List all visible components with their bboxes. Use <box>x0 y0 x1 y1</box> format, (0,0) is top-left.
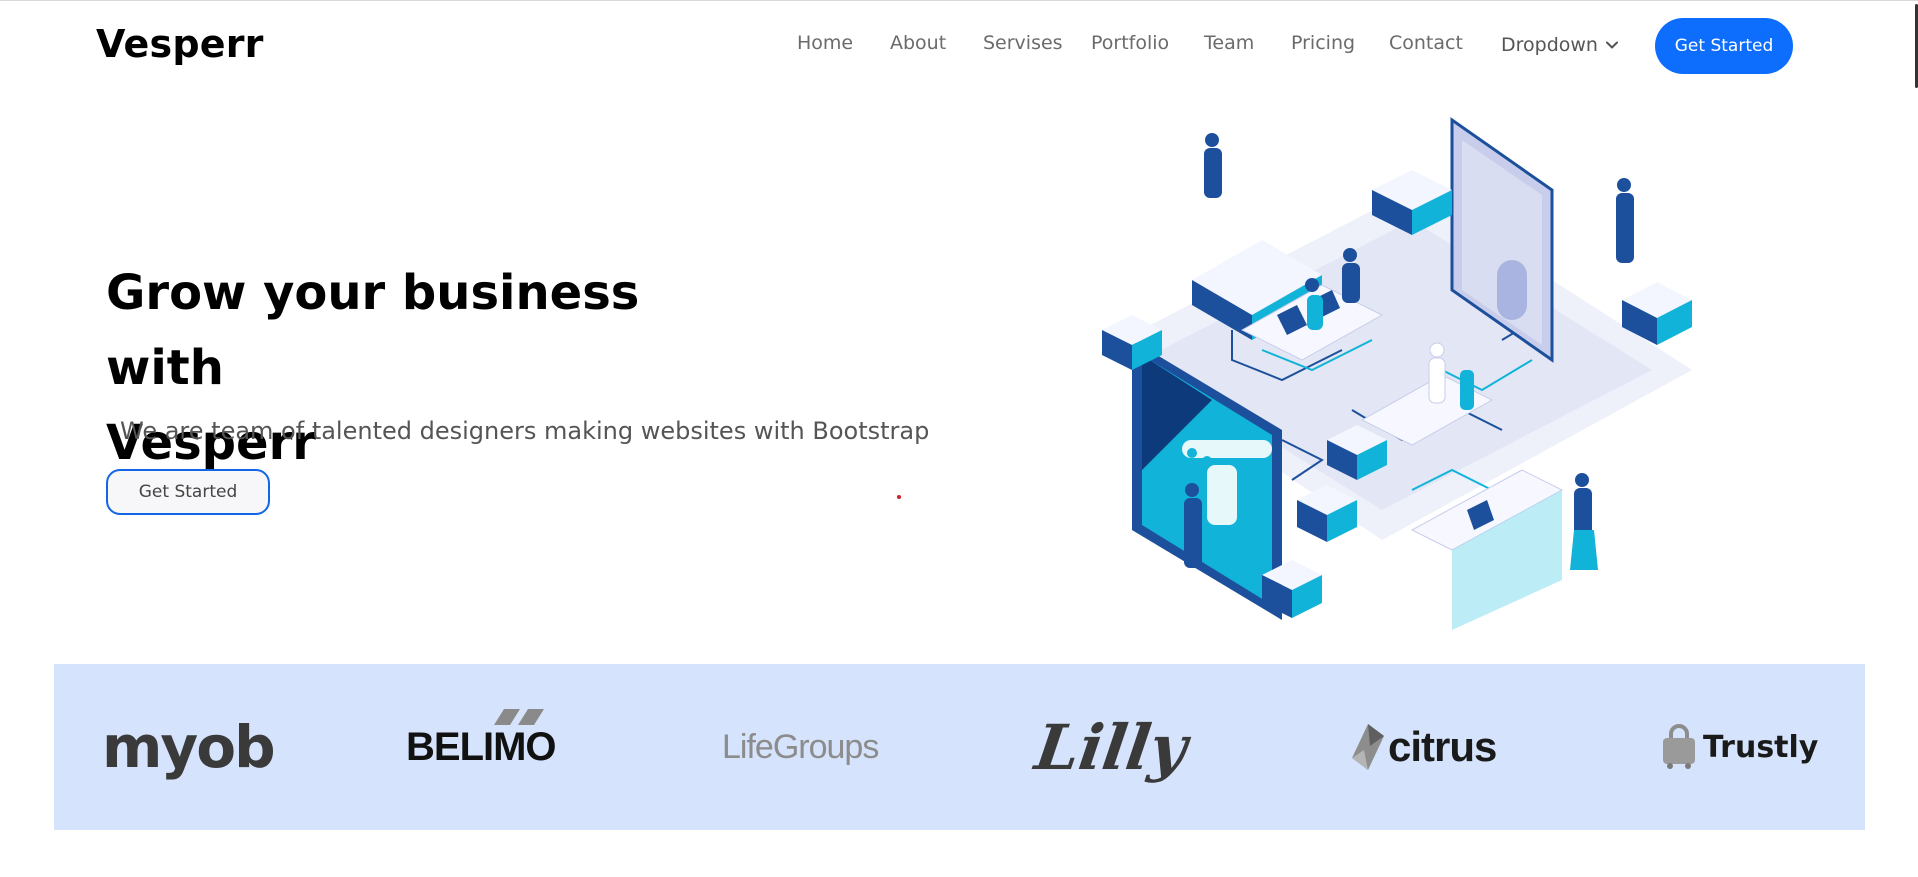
get-started-button-hero[interactable]: Get Started <box>106 469 270 515</box>
citrus-mark-icon <box>1352 724 1384 770</box>
nav-services[interactable]: Servises <box>983 32 1063 54</box>
get-started-button-header[interactable]: Get Started <box>1655 18 1793 74</box>
client-logo-lifegroups: LifeGroups <box>722 664 879 830</box>
nav-contact[interactable]: Contact <box>1389 32 1463 54</box>
nav-home[interactable]: Home <box>797 32 853 54</box>
client-logo-lilly-text: Lilly <box>1030 710 1192 784</box>
client-logo-trustly: Trustly <box>1659 664 1818 830</box>
client-logo-belimo-text: BELIMO <box>406 724 557 769</box>
hero-title-line-1: Grow your business with <box>106 265 640 396</box>
nav-team[interactable]: Team <box>1204 32 1254 54</box>
client-logo-citrus-text: citrus <box>1388 723 1497 770</box>
client-logo-belimo: BELIMO <box>406 664 557 830</box>
nav-dropdown-label: Dropdown <box>1501 34 1598 56</box>
nav-pricing[interactable]: Pricing <box>1291 32 1355 54</box>
nav-dropdown[interactable]: Dropdown <box>1501 32 1618 56</box>
clients-section: myob BELIMO LifeGroups Lilly citrus Trus… <box>54 664 1865 830</box>
cursor-dot <box>897 495 901 499</box>
hero-subtitle: We are team of talented designers making… <box>120 417 930 445</box>
hero-title: Grow your business with Vesperr <box>106 256 726 481</box>
top-border <box>0 0 1918 1</box>
nav-portfolio[interactable]: Portfolio <box>1091 32 1169 54</box>
brand-logo[interactable]: Vesperr <box>96 22 264 66</box>
client-logo-lifegroups-text: LifeGroups <box>722 727 879 766</box>
client-logo-lilly: Lilly <box>1031 664 1192 830</box>
hero-illustration <box>1082 110 1710 670</box>
nav-about[interactable]: About <box>890 32 946 54</box>
client-logo-citrus: citrus <box>1350 664 1497 830</box>
chevron-down-icon <box>1605 32 1618 54</box>
client-logo-myob-text: myob <box>102 713 276 781</box>
client-logo-trustly-text: Trustly <box>1703 729 1819 765</box>
client-logo-myob: myob <box>102 664 276 830</box>
shopping-bag-icon <box>1663 724 1695 769</box>
